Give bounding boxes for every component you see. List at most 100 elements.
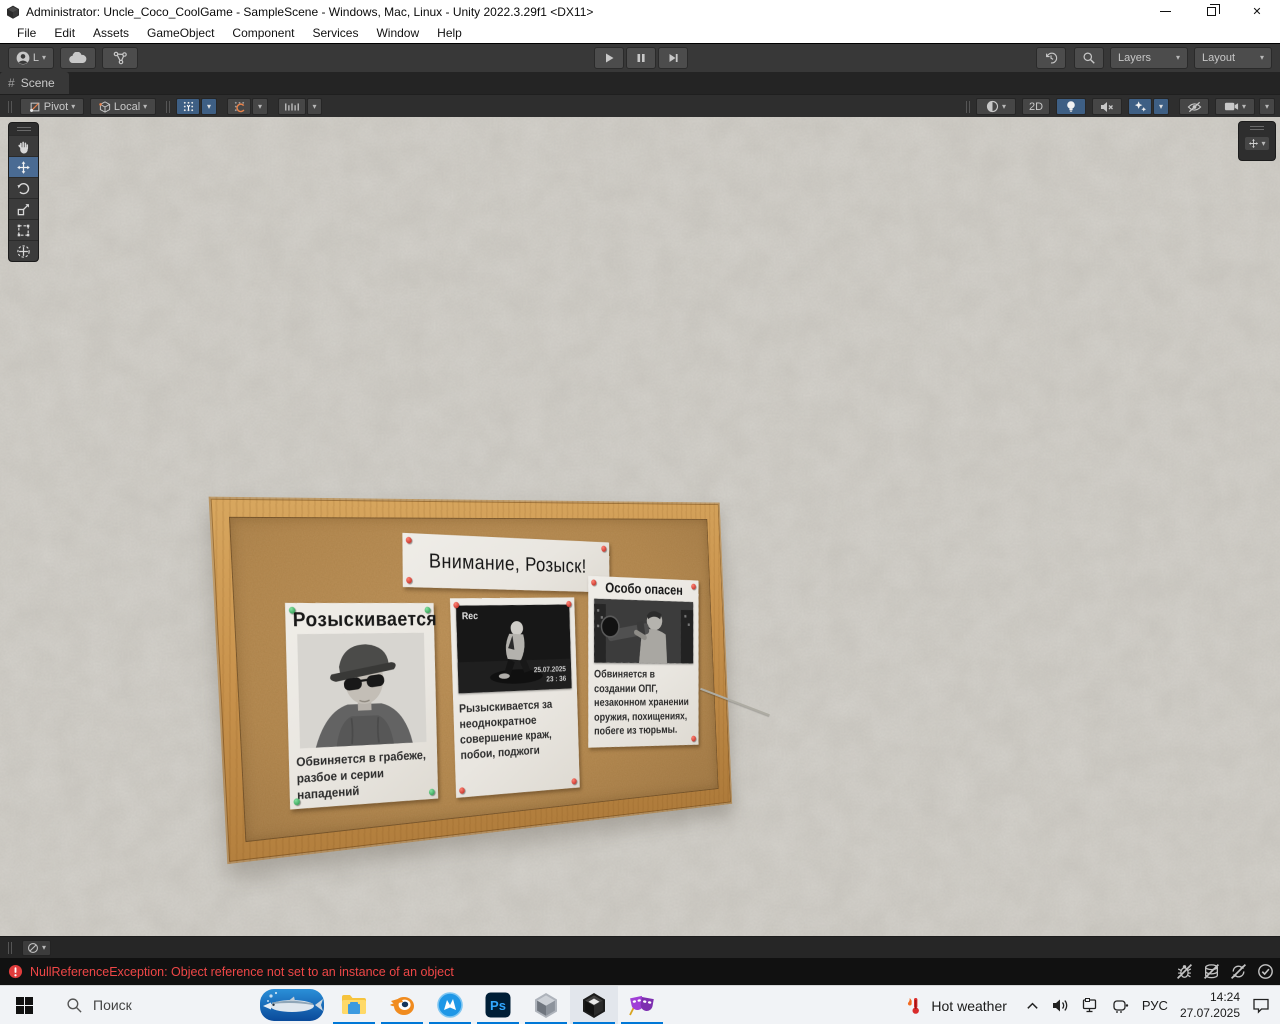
orientation-gizmo-dropdown[interactable]: ▾ — [1245, 137, 1269, 150]
language-indicator[interactable]: РУС — [1142, 998, 1168, 1013]
taskbar-search[interactable]: Поиск — [48, 986, 146, 1024]
local-dropdown[interactable]: Local ▾ — [90, 98, 156, 115]
transform-tool-button[interactable] — [9, 240, 38, 261]
minimize-button[interactable] — [1142, 0, 1188, 23]
chevron-down-icon: ▾ — [312, 101, 317, 111]
overlay-drag-handle[interactable] — [8, 942, 12, 954]
network-icon[interactable] — [1082, 998, 1100, 1013]
increment-snap-dropdown[interactable]: ▾ — [307, 98, 322, 115]
scene-viewport[interactable]: ▾ Внимание, Розыск! Розыскивается Обвиня… — [0, 117, 1280, 936]
fish-widget-button[interactable] — [254, 986, 330, 1024]
rect-tool-button[interactable] — [9, 219, 38, 240]
cctv-date: 25.07.2025 — [534, 664, 567, 674]
tab-scene[interactable]: # Scene — [0, 72, 69, 94]
light-bulb-icon — [1067, 101, 1075, 112]
search-button[interactable] — [1074, 47, 1104, 69]
volume-icon[interactable] — [1052, 998, 1070, 1013]
tray-expand-chevron[interactable] — [1025, 999, 1040, 1012]
snap-toggle[interactable] — [227, 98, 251, 115]
chevron-down-icon: ▾ — [206, 101, 211, 111]
clock[interactable]: 14:24 27.07.2025 — [1180, 990, 1240, 1021]
notification-center-icon[interactable] — [1252, 997, 1270, 1014]
overlay-drag-handle[interactable] — [1250, 122, 1264, 134]
scale-icon — [17, 203, 29, 215]
menu-window[interactable]: Window — [367, 23, 428, 44]
cloud-button[interactable] — [60, 47, 96, 69]
2d-toggle[interactable]: 2D — [1022, 98, 1050, 115]
shading-mode-dropdown[interactable]: ▾ — [976, 98, 1016, 115]
layout-dropdown[interactable]: Layout ▾ — [1194, 47, 1272, 69]
camera-icon — [1224, 102, 1239, 111]
overlay-drag-handle[interactable] — [9, 123, 38, 135]
toolbar-drag-handle[interactable] — [8, 101, 12, 113]
unity-hub-button[interactable] — [522, 986, 570, 1024]
menu-component[interactable]: Component — [223, 23, 303, 44]
version-control-button[interactable] — [102, 47, 138, 69]
menu-edit[interactable]: Edit — [45, 23, 84, 44]
step-button[interactable] — [658, 47, 688, 69]
scene-grid-icon: # — [8, 76, 15, 90]
capture-icon[interactable] — [1112, 998, 1130, 1013]
view-tool-button[interactable] — [9, 135, 38, 156]
pin-icon — [453, 601, 460, 609]
menu-file[interactable]: File — [8, 23, 45, 44]
menu-services[interactable]: Services — [303, 23, 367, 44]
restore-button[interactable] — [1188, 0, 1234, 23]
camera-settings-dropdown[interactable]: ▾ — [1215, 98, 1255, 115]
toolbar-drag-handle[interactable] — [166, 101, 170, 113]
menu-gameobject[interactable]: GameObject — [138, 23, 223, 44]
photoshop-label: Ps — [490, 998, 506, 1013]
file-explorer-button[interactable] — [330, 986, 378, 1024]
grid-settings-dropdown[interactable]: ▾ — [201, 98, 217, 115]
weather-widget[interactable]: Hot weather — [897, 996, 1012, 1016]
debugger-disabled-icon[interactable] — [1176, 963, 1193, 980]
menu-assets[interactable]: Assets — [84, 23, 138, 44]
taskbar: Поиск Ps Hot weather РУС 14:24 27.07.202… — [0, 985, 1280, 1024]
pin-icon — [405, 536, 412, 544]
move-axes-icon — [1249, 138, 1259, 149]
unity-editor-button[interactable] — [569, 985, 618, 1024]
account-button[interactable]: L ▾ — [8, 47, 54, 69]
gizmos-dropdown[interactable]: ▾ — [1259, 98, 1275, 115]
unity-hub-icon — [534, 992, 557, 1018]
menu-help[interactable]: Help — [428, 23, 471, 44]
grid-visibility-toggle[interactable] — [176, 98, 200, 115]
2d-label: 2D — [1028, 100, 1044, 113]
scale-tool-button[interactable] — [9, 198, 38, 219]
menu-bar: File Edit Assets GameObject Component Se… — [0, 23, 1280, 44]
scene-camera-overlay-dropdown[interactable]: ▾ — [22, 940, 52, 956]
effects-toggle[interactable] — [1128, 98, 1152, 115]
scene-bottom-strip: ▾ — [0, 936, 1280, 958]
start-button[interactable] — [0, 986, 48, 1024]
blender-button[interactable] — [378, 986, 426, 1024]
progress-check-icon[interactable] — [1257, 963, 1274, 980]
cache-server-disabled-icon[interactable] — [1203, 963, 1220, 980]
layers-dropdown[interactable]: Layers ▾ — [1110, 47, 1188, 69]
lighting-toggle[interactable] — [1056, 98, 1086, 115]
masks-app-button[interactable] — [618, 986, 666, 1024]
undo-history-button[interactable] — [1036, 47, 1066, 69]
snap-settings-dropdown[interactable]: ▾ — [252, 98, 268, 115]
toolbar-drag-handle[interactable] — [966, 101, 970, 113]
auto-refresh-disabled-icon[interactable] — [1230, 963, 1247, 980]
search-icon — [1083, 52, 1095, 64]
move-tool-button[interactable] — [9, 156, 38, 177]
play-button[interactable] — [594, 47, 624, 69]
pivot-icon — [29, 102, 40, 112]
scene-tab-label: Scene — [20, 76, 55, 90]
pause-button[interactable] — [626, 47, 656, 69]
eye-hidden-icon — [1187, 101, 1201, 112]
rect-transform-icon — [17, 224, 30, 236]
scene-visibility-toggle[interactable] — [1179, 98, 1209, 115]
photoshop-button[interactable]: Ps — [474, 986, 522, 1024]
wolf-app-button[interactable] — [426, 986, 474, 1024]
rotate-tool-button[interactable] — [9, 177, 38, 198]
increment-snap-button[interactable] — [278, 98, 306, 115]
audio-toggle[interactable] — [1092, 98, 1122, 115]
poster-title: Особо опасен — [605, 580, 683, 599]
console-error-entry[interactable]: NullReferenceException: Object reference… — [0, 964, 454, 979]
effects-dropdown[interactable]: ▾ — [1153, 98, 1169, 115]
close-button[interactable]: ✕ — [1234, 0, 1280, 23]
pivot-dropdown[interactable]: Pivot ▾ — [20, 98, 84, 115]
account-initial: L — [32, 52, 40, 64]
